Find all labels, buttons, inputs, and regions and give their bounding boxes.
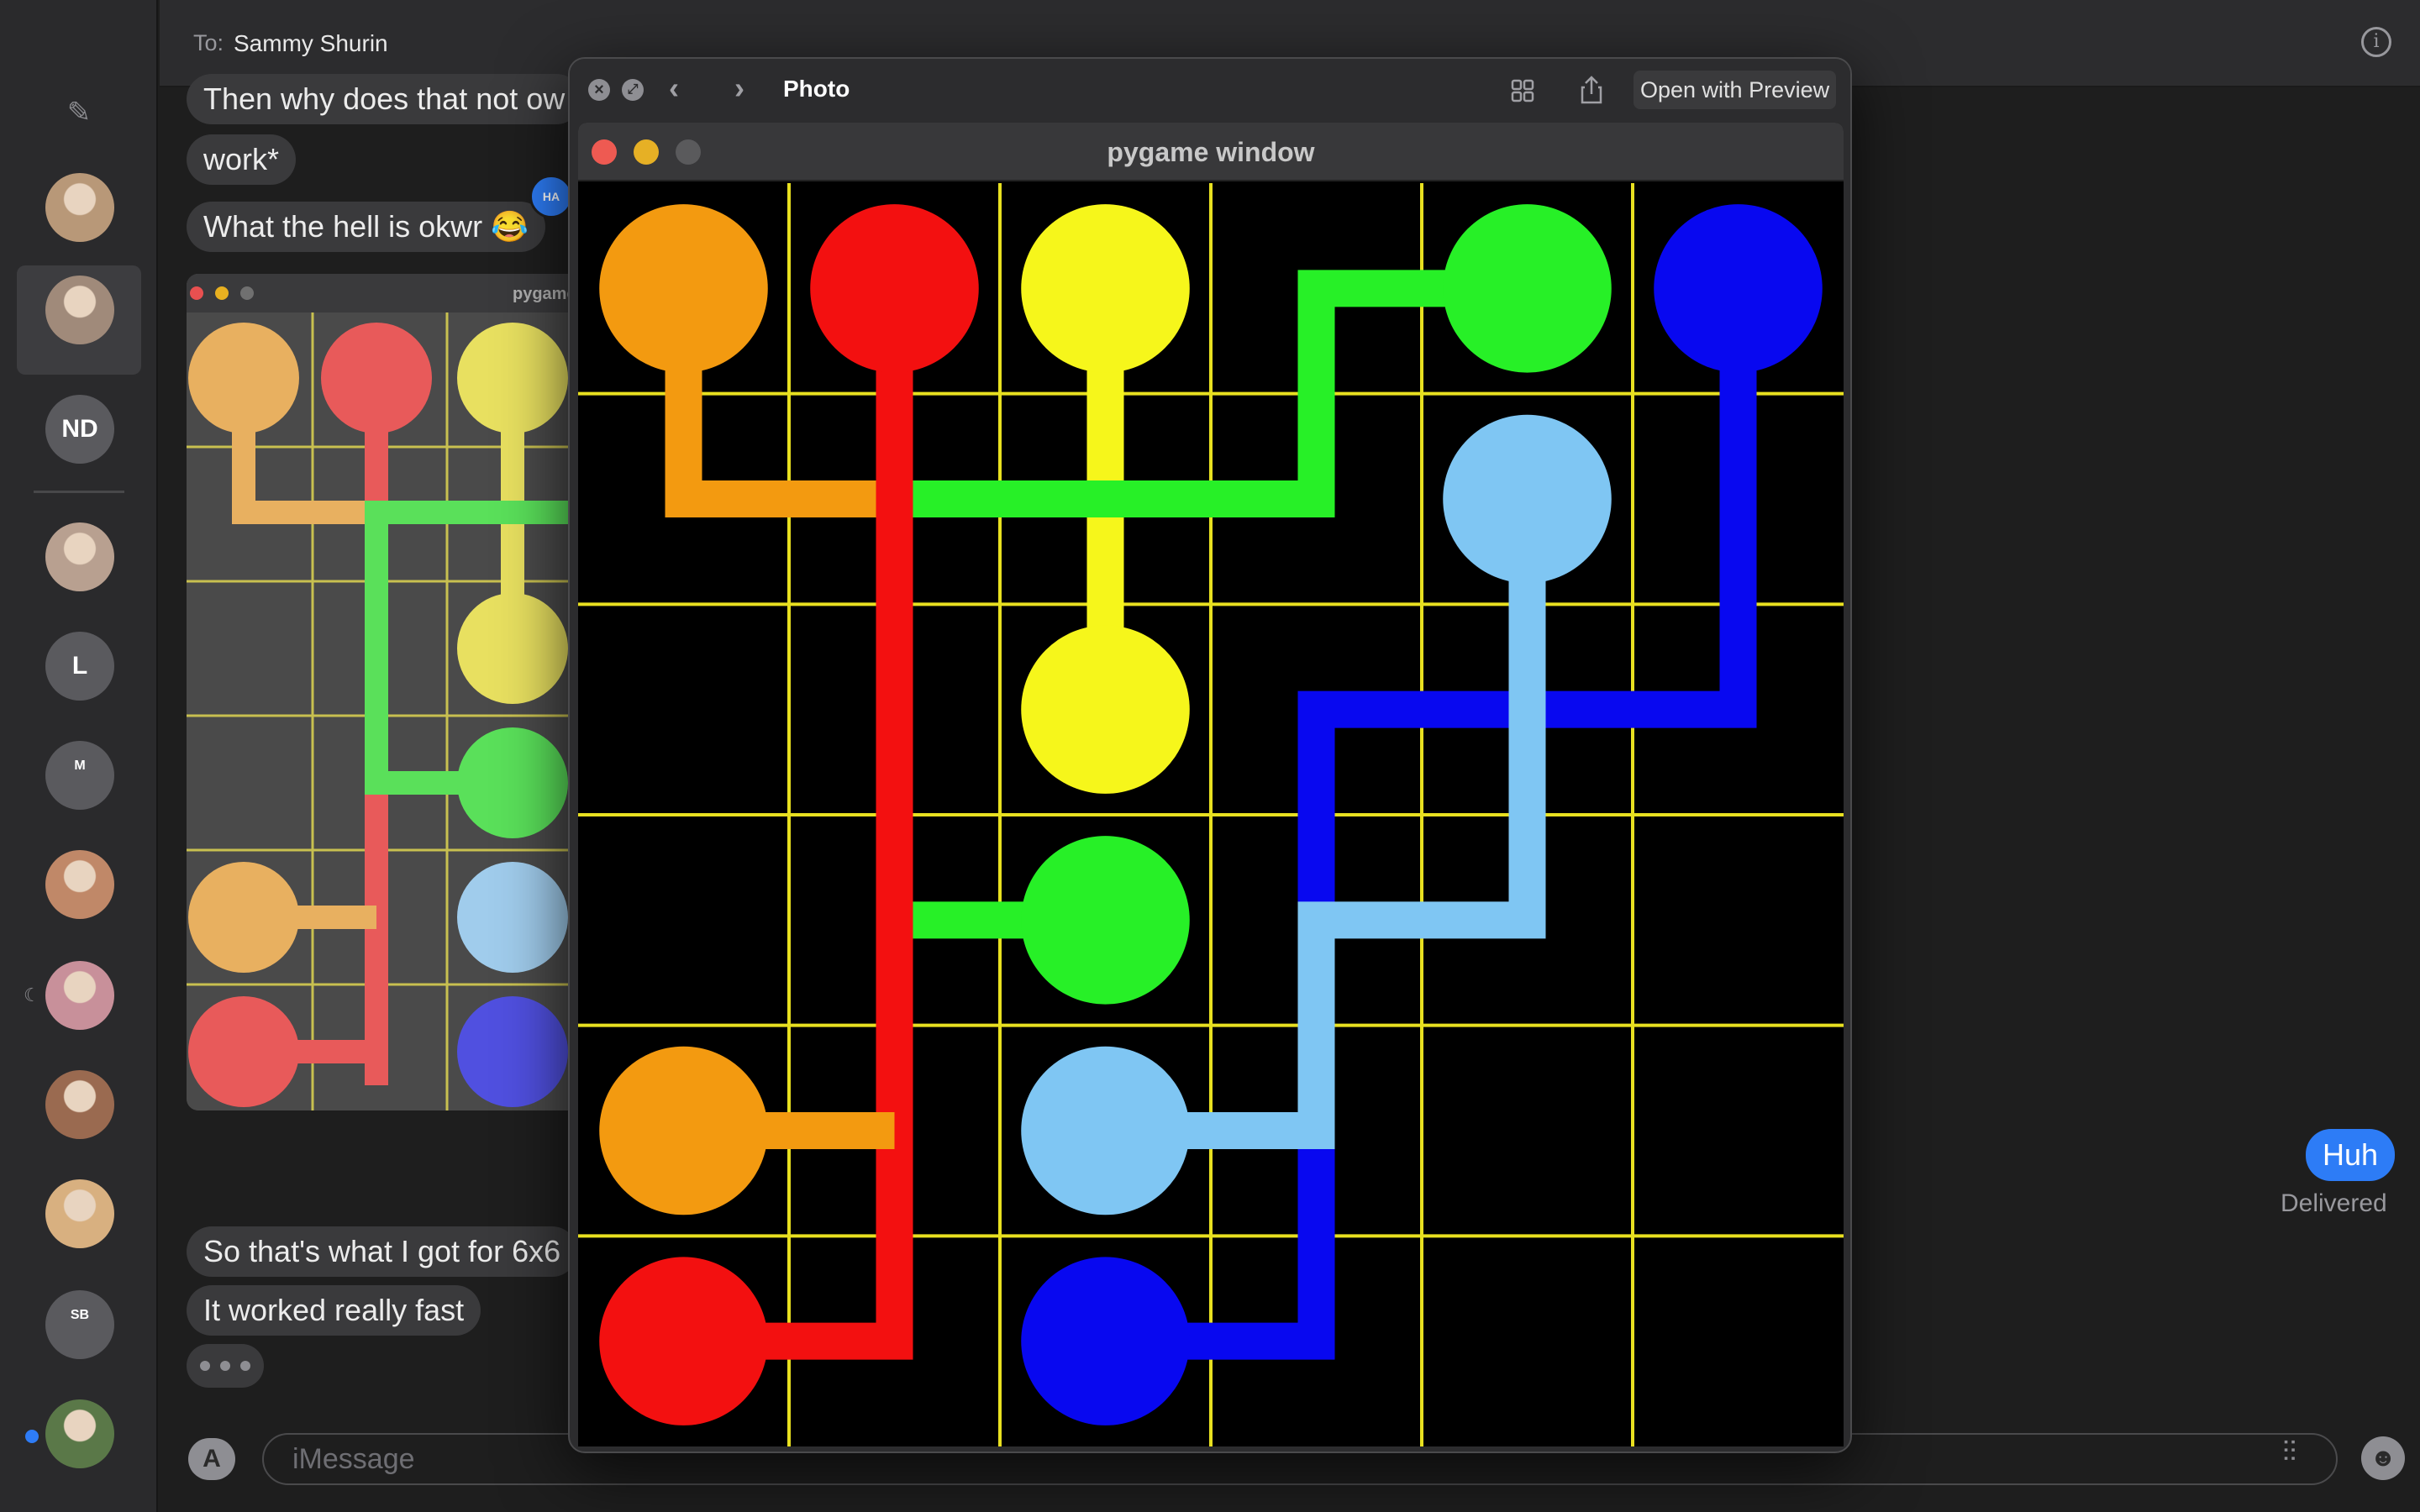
open-with-preview-button[interactable]: Open with Preview (1634, 71, 1837, 109)
message-bubble[interactable]: Then why does that not ow (187, 74, 582, 124)
quicklook-title: Photo (783, 76, 850, 102)
close-window-icon[interactable] (592, 139, 617, 165)
sidebar-contact-avatar[interactable] (45, 522, 114, 591)
quicklook-window: × ⤢ ‹ › Photo Open with Preview pygame w… (568, 57, 1852, 1453)
chevron-left-icon[interactable]: ‹ (669, 71, 679, 106)
compose-icon[interactable]: ✎ (62, 96, 96, 129)
sidebar-contact-avatar[interactable] (45, 1070, 114, 1139)
pygame-window: pygame window (578, 123, 1844, 1446)
messages-app: ✎ ☾ ND L M SB To: Sammy Shurin i Then why d… (0, 0, 2420, 1512)
unread-indicator (25, 1430, 39, 1443)
waveform-icon[interactable]: ⫶⫶ (2282, 1436, 2296, 1469)
zoom-window-icon[interactable] (676, 139, 701, 165)
orange-endpoint-dot (599, 204, 768, 373)
pygame-thumbnail: pygame window (187, 274, 581, 1110)
message-bubble[interactable]: What the hell is okwr 😂 (187, 202, 545, 252)
pinned-divider (34, 491, 124, 493)
pygame-title: pygame window (1107, 137, 1315, 167)
lightblue-endpoint-dot (1021, 1046, 1190, 1215)
to-label: To: (193, 30, 224, 55)
minimize-window-icon[interactable] (634, 139, 659, 165)
sidebar-contact-avatar[interactable] (45, 961, 114, 1030)
green-endpoint-dot (1021, 836, 1190, 1005)
message-bubble[interactable]: It worked really fast (187, 1285, 481, 1336)
yellow-endpoint-dot (1021, 204, 1190, 373)
green-endpoint-dot (1443, 204, 1612, 373)
delivery-status: Delivered (2281, 1189, 2387, 1217)
sidebar-contact-avatar[interactable]: SB (45, 1290, 114, 1359)
typing-indicator (187, 1344, 264, 1388)
pygame-titlebar: pygame window (578, 123, 1844, 181)
blue-endpoint-dot (1021, 1257, 1190, 1425)
red-endpoint-dot (599, 1257, 768, 1425)
blue-endpoint-dot (1654, 204, 1823, 373)
lightblue-endpoint-dot (1443, 414, 1612, 584)
share-icon[interactable] (1575, 74, 1608, 108)
message-bubble[interactable]: So that's what I got for 6x6 (187, 1226, 578, 1277)
sidebar-contact-avatar[interactable] (45, 276, 114, 344)
close-icon[interactable]: × (588, 79, 610, 101)
sidebar-contact-avatar[interactable]: M (45, 741, 114, 810)
emoji-icon[interactable]: ☻ (2361, 1436, 2405, 1480)
image-attachment[interactable]: pygame window (187, 274, 581, 1110)
sidebar-contact-avatar[interactable] (45, 1179, 114, 1248)
sidebar-contact-avatar[interactable] (45, 173, 114, 242)
haha-tapback-icon[interactable]: HA (529, 175, 573, 218)
yellow-endpoint-dot (1021, 625, 1190, 794)
sidebar-contact-avatar[interactable] (45, 850, 114, 919)
app-store-icon[interactable]: A (188, 1438, 235, 1480)
grid-icon[interactable] (1506, 74, 1539, 108)
message-bubble[interactable]: work* (187, 134, 297, 185)
moon-icon: ☾ (24, 984, 40, 1005)
outgoing-message-bubble[interactable]: Huh (2306, 1129, 2396, 1181)
flow-puzzle-board (578, 183, 1844, 1446)
conversation-sidebar: ✎ ☾ ND L M SB (0, 0, 158, 1512)
sidebar-contact-avatar[interactable] (45, 1399, 114, 1468)
fullscreen-icon[interactable]: ⤢ (622, 79, 644, 101)
chevron-right-icon[interactable]: › (734, 71, 744, 106)
recipient-name[interactable]: Sammy Shurin (234, 30, 388, 57)
red-endpoint-dot (810, 204, 979, 373)
info-icon[interactable]: i (2361, 27, 2391, 57)
quicklook-toolbar: × ⤢ ‹ › Photo Open with Preview (570, 59, 1850, 121)
sidebar-contact-avatar[interactable]: ND (45, 395, 114, 464)
sidebar-contact-avatar[interactable]: L (45, 632, 114, 701)
orange-endpoint-dot (599, 1046, 768, 1215)
